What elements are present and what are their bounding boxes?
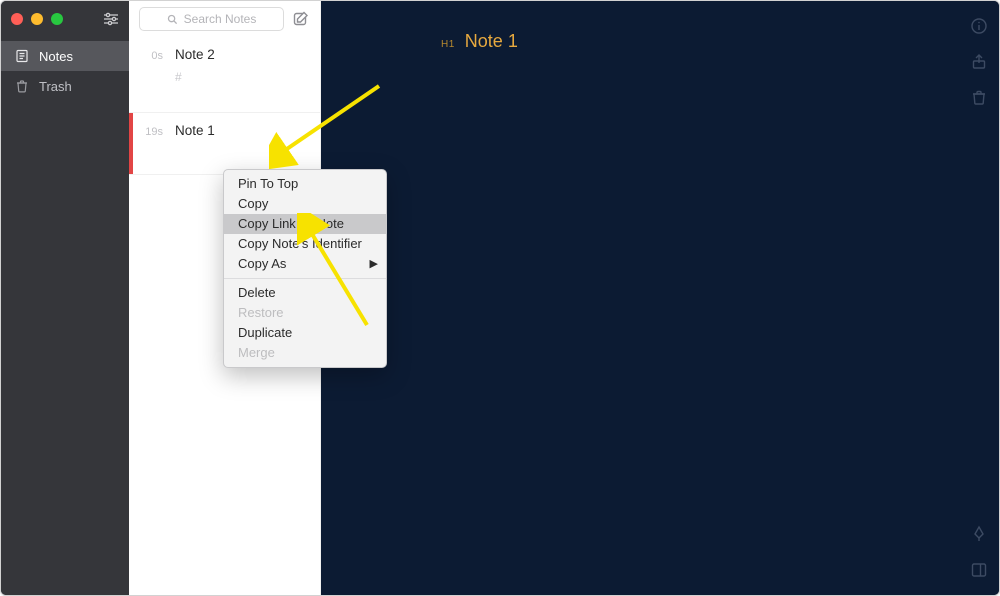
window-controls: [11, 13, 63, 25]
note-title: Note 2: [175, 47, 215, 62]
compose-button[interactable]: [292, 10, 310, 28]
menu-item-copy-as[interactable]: Copy As ▶: [224, 254, 386, 274]
menu-item-merge: Merge: [224, 343, 386, 363]
menu-item-delete[interactable]: Delete: [224, 283, 386, 303]
editor-title-text[interactable]: Note 1: [465, 31, 518, 52]
search-icon: [167, 14, 178, 25]
sidebar-item-trash[interactable]: Trash: [1, 71, 129, 101]
search-placeholder: Search Notes: [184, 12, 257, 26]
trash-icon: [15, 79, 29, 93]
titlebar: [1, 1, 129, 37]
app-window: Notes Trash: [0, 0, 1000, 596]
note-item[interactable]: 0s Note 2 #: [129, 37, 320, 113]
info-icon[interactable]: [970, 17, 988, 35]
note-item-selected[interactable]: 19s Note 1: [129, 113, 320, 175]
menu-item-copy-note-identifier[interactable]: Copy Note's Identifier: [224, 234, 386, 254]
editor[interactable]: H1 Note 1: [321, 1, 959, 595]
search-input[interactable]: Search Notes: [139, 7, 284, 31]
menu-separator: [224, 278, 386, 279]
heading-level-label: H1: [441, 39, 455, 50]
note-time: 19s: [141, 126, 163, 138]
menu-item-label: Copy As: [238, 256, 286, 271]
sidebar-item-label: Notes: [39, 49, 73, 64]
menu-item-duplicate[interactable]: Duplicate: [224, 323, 386, 343]
right-toolbar: [959, 1, 999, 595]
notes-icon: [15, 49, 29, 63]
note-subtitle: #: [175, 70, 308, 84]
close-window-button[interactable]: [11, 13, 23, 25]
sidebar-item-notes[interactable]: Notes: [1, 41, 129, 71]
menu-item-copy-link-to-note[interactable]: Copy Link To Note: [224, 214, 386, 234]
pen-icon[interactable]: [970, 525, 988, 543]
menu-item-copy[interactable]: Copy: [224, 194, 386, 214]
context-menu: Pin To Top Copy Copy Link To Note Copy N…: [223, 169, 387, 368]
editor-heading: H1 Note 1: [441, 31, 518, 52]
submenu-chevron-icon: ▶: [370, 254, 378, 274]
sidebar-list: Notes Trash: [1, 37, 129, 101]
note-list-toolbar: Search Notes: [129, 1, 320, 37]
settings-icon[interactable]: [103, 12, 119, 26]
minimize-window-button[interactable]: [31, 13, 43, 25]
note-title: Note 1: [175, 123, 215, 138]
note-time: 0s: [141, 50, 163, 62]
panel-icon[interactable]: [970, 561, 988, 579]
menu-item-pin-to-top[interactable]: Pin To Top: [224, 174, 386, 194]
share-icon[interactable]: [970, 53, 988, 71]
menu-item-restore: Restore: [224, 303, 386, 323]
sidebar-item-label: Trash: [39, 79, 72, 94]
sidebar: Notes Trash: [1, 1, 129, 595]
trash-icon[interactable]: [970, 89, 988, 107]
zoom-window-button[interactable]: [51, 13, 63, 25]
